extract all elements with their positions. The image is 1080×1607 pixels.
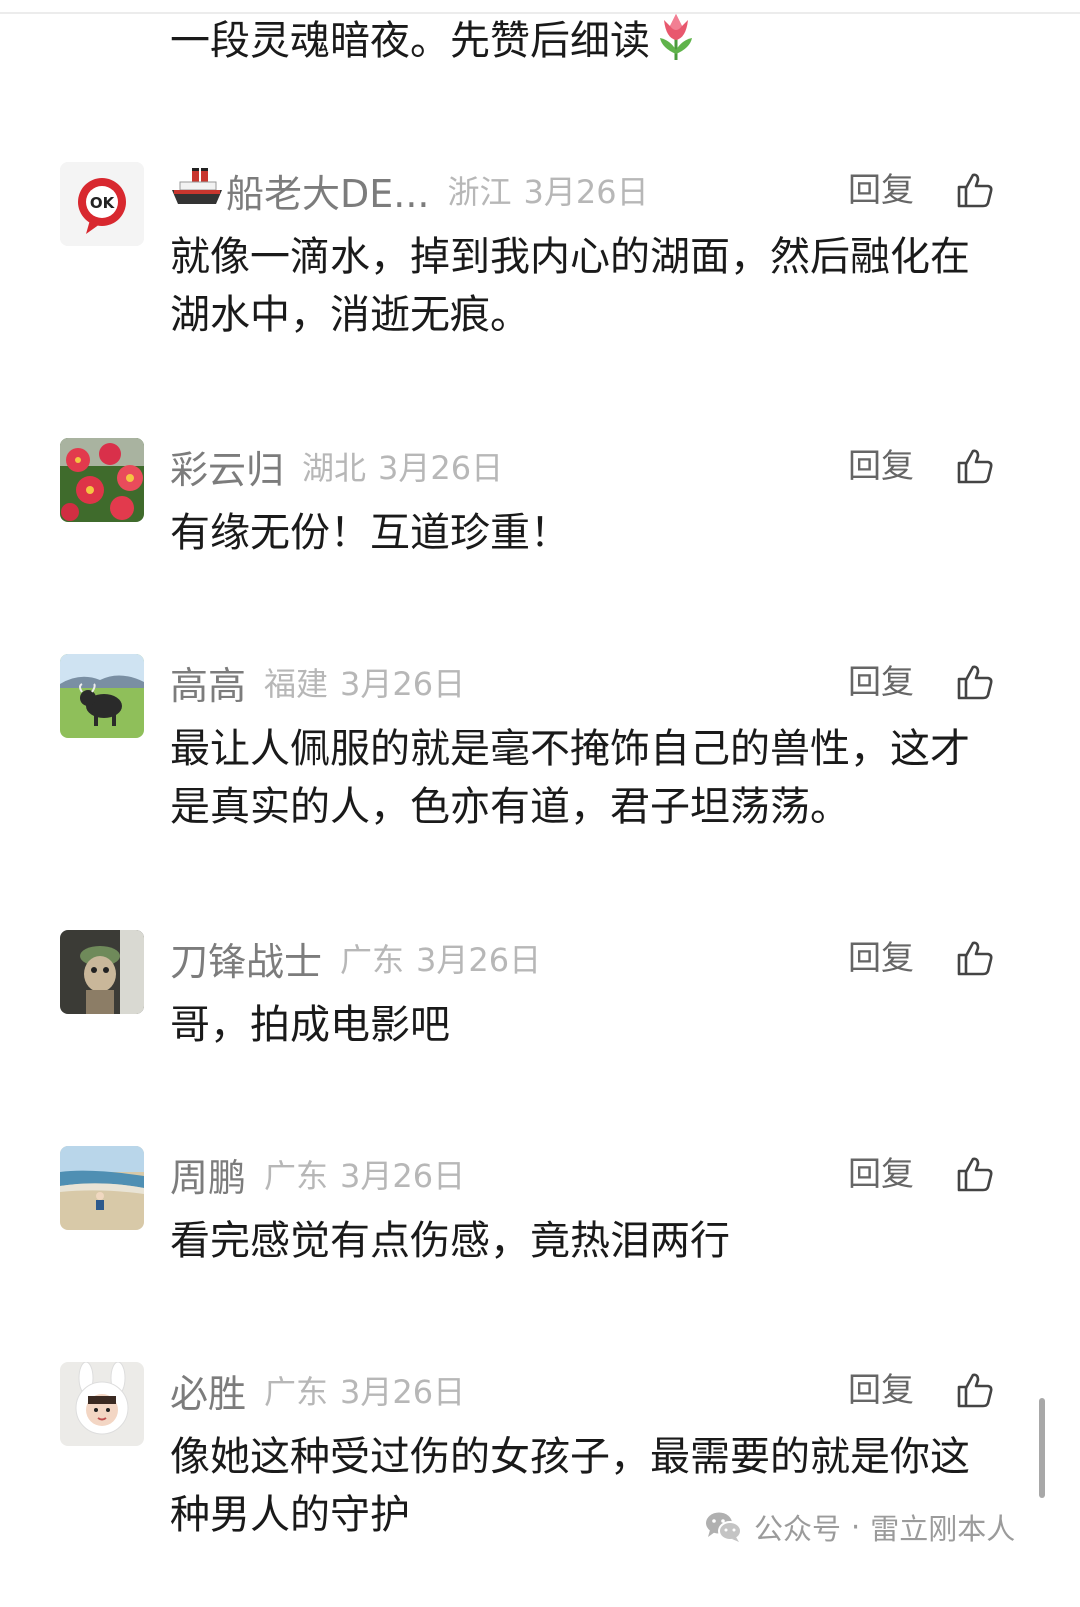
comment-text: 看完感觉有点伤感，竟热泪两行 xyxy=(170,1218,730,1264)
avatar[interactable]: OK xyxy=(60,162,144,246)
thumbs-up-icon xyxy=(957,449,993,484)
thumbs-up-icon xyxy=(957,173,993,208)
like-button[interactable] xyxy=(955,938,995,978)
cartoon-character-avatar-image xyxy=(60,930,144,1014)
reply-button[interactable]: 回复 xyxy=(848,1362,914,1418)
wechat-icon xyxy=(706,1512,742,1542)
thumbs-up-icon xyxy=(957,665,993,700)
nickname[interactable]: 船老大DE... xyxy=(226,163,430,218)
avatar[interactable] xyxy=(60,1362,144,1446)
ship-icon xyxy=(170,166,224,214)
comment-meta: 必胜 广东 3月26日 xyxy=(170,1362,465,1418)
location: 广东 xyxy=(264,1373,329,1411)
date: 3月26日 xyxy=(340,1157,466,1195)
comment-meta: 刀锋战士 广东 3月26日 xyxy=(170,930,541,986)
like-button[interactable] xyxy=(955,170,995,210)
beach-avatar-image xyxy=(60,1146,144,1230)
nickname[interactable]: 必胜 xyxy=(170,1363,246,1418)
tulip-icon xyxy=(654,10,698,78)
avatar[interactable] xyxy=(60,1146,144,1230)
location: 福建 xyxy=(264,665,329,703)
comment-text: 有缘无份！互道珍重！ xyxy=(170,510,570,556)
ok-logo-avatar-image: OK xyxy=(60,162,144,246)
location: 浙江 xyxy=(447,173,512,211)
date: 3月26日 xyxy=(416,941,542,979)
yak-grassland-avatar-image xyxy=(60,654,144,738)
nickname[interactable]: 高高 xyxy=(170,655,246,710)
thumbs-up-icon xyxy=(957,1373,993,1408)
comment-text: 哥，拍成电影吧 xyxy=(170,1002,450,1048)
thumbs-up-icon xyxy=(957,941,993,976)
like-button[interactable] xyxy=(955,662,995,702)
like-button[interactable] xyxy=(955,1370,995,1410)
watermark-prefix: 公众号 xyxy=(754,1512,842,1546)
comment-text: 最让人佩服的就是毫不掩饰自己的兽性，这才是真实的人，色亦有道，君子坦荡荡。 xyxy=(170,726,970,830)
red-flowers-avatar-image xyxy=(60,438,144,522)
reply-button[interactable]: 回复 xyxy=(848,162,914,218)
like-button[interactable] xyxy=(955,446,995,486)
location: 广东 xyxy=(264,1157,329,1195)
nickname[interactable]: 刀锋战士 xyxy=(170,931,322,986)
partial-comment-text: 一段灵魂暗夜。先赞后细读 xyxy=(170,10,698,78)
comment-meta: 彩云归 湖北 3月26日 xyxy=(170,438,503,494)
reply-button[interactable]: 回复 xyxy=(848,930,914,986)
watermark: 公众号 · 雷立刚本人 xyxy=(704,1505,1015,1549)
reply-button[interactable]: 回复 xyxy=(848,654,914,710)
watermark-separator: · xyxy=(851,1510,861,1544)
watermark-account: 雷立刚本人 xyxy=(870,1512,1016,1546)
date: 3月26日 xyxy=(523,173,649,211)
nickname[interactable]: 彩云归 xyxy=(170,439,284,494)
nickname[interactable]: 周鹏 xyxy=(170,1147,246,1202)
avatar[interactable] xyxy=(60,654,144,738)
scrollbar[interactable] xyxy=(1039,1398,1045,1498)
comment-meta: 周鹏 广东 3月26日 xyxy=(170,1146,465,1202)
svg-text:OK: OK xyxy=(90,194,116,212)
thumbs-up-icon xyxy=(957,1157,993,1192)
date: 3月26日 xyxy=(378,449,504,487)
location: 广东 xyxy=(340,941,405,979)
avatar[interactable] xyxy=(60,930,144,1014)
partial-comment-body: 一段灵魂暗夜。先赞后细读 xyxy=(170,18,650,64)
comment-meta: 船老大DE... 浙江 3月26日 xyxy=(170,162,649,218)
reply-button[interactable]: 回复 xyxy=(848,1146,914,1202)
reply-button[interactable]: 回复 xyxy=(848,438,914,494)
child-bunny-hood-avatar-image xyxy=(60,1362,144,1446)
date: 3月26日 xyxy=(340,665,466,703)
avatar[interactable] xyxy=(60,438,144,522)
like-button[interactable] xyxy=(955,1154,995,1194)
date: 3月26日 xyxy=(340,1373,466,1411)
comment-meta: 高高 福建 3月26日 xyxy=(170,654,465,710)
location: 湖北 xyxy=(302,449,367,487)
comment-text: 就像一滴水，掉到我内心的湖面，然后融化在湖水中，消逝无痕。 xyxy=(170,234,970,338)
